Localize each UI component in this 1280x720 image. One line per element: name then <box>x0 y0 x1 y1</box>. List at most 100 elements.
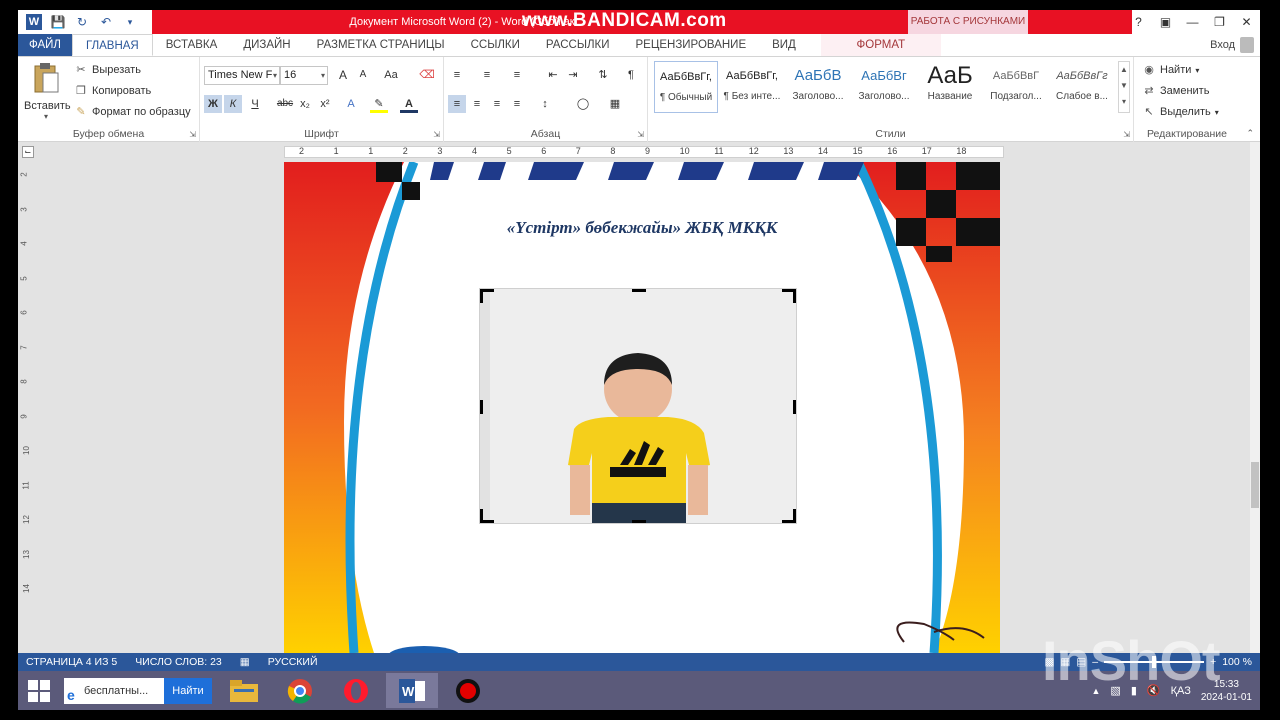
crop-handle-right[interactable] <box>793 400 796 414</box>
style-normal[interactable]: АаБбВвГг, ¶ Обычный <box>654 61 718 113</box>
justify-icon[interactable]: ≡ <box>508 95 526 113</box>
multilevel-list-icon[interactable]: ≡ <box>508 66 526 84</box>
font-launcher-icon[interactable]: ⇲ <box>433 130 440 139</box>
sign-in[interactable]: Вход <box>1210 37 1254 53</box>
highlight-icon[interactable]: ✎ <box>370 95 388 113</box>
align-center-icon[interactable]: ≡ <box>468 95 486 113</box>
numbering-icon[interactable]: ≡ <box>478 66 496 84</box>
tab-references[interactable]: ССЫЛКИ <box>458 34 533 56</box>
tab-home[interactable]: ГЛАВНАЯ <box>71 34 153 56</box>
line-spacing-icon[interactable]: ↕ <box>536 95 554 113</box>
word-taskbar-icon[interactable]: W <box>386 673 438 708</box>
crop-handle-bottom[interactable] <box>632 520 646 523</box>
tab-mailings[interactable]: РАССЫЛКИ <box>533 34 623 56</box>
shading-icon[interactable]: ◯ <box>574 95 592 113</box>
superscript-button[interactable]: x² <box>316 95 334 113</box>
page-count[interactable]: СТРАНИЦА 4 ИЗ 5 <box>26 656 117 668</box>
ribbon-display-icon[interactable]: ▣ <box>1152 15 1179 29</box>
title-bar: W 💾 ↻ ↶ ▾ Документ Microsoft Word (2) - … <box>18 10 1260 34</box>
style-no-spacing[interactable]: АаБбВвГг, ¶ Без инте... <box>720 61 784 113</box>
show-marks-icon[interactable]: ¶ <box>622 66 640 84</box>
maximize-icon[interactable]: ❐ <box>1206 15 1233 29</box>
crop-handle-top[interactable] <box>632 289 646 292</box>
select-button[interactable]: ↖ Выделить ▾ <box>1142 105 1218 119</box>
minimize-icon[interactable]: — <box>1179 15 1206 29</box>
align-left-icon[interactable]: ≡ <box>448 95 466 113</box>
tab-format[interactable]: ФОРМАТ <box>820 34 941 56</box>
style-title[interactable]: АаБ Название <box>918 61 982 113</box>
save-icon[interactable]: 💾 <box>50 15 66 29</box>
tab-design[interactable]: ДИЗАЙН <box>230 34 303 56</box>
font-size-combo[interactable]: 16 ▾ <box>280 66 328 85</box>
bold-button[interactable]: Ж <box>204 95 222 113</box>
italic-button[interactable]: К <box>224 95 242 113</box>
style-subtle-emphasis[interactable]: АаБбВвГг Слабое в... <box>1050 61 1114 113</box>
copy-button[interactable]: ❐ Копировать <box>74 84 151 98</box>
grow-font-button[interactable]: A <box>334 66 352 84</box>
scrollbar-thumb[interactable] <box>1251 462 1259 508</box>
windows-start-icon[interactable] <box>28 680 50 702</box>
horizontal-ruler[interactable]: 2 1 1 2 3 4 5 6 7 8 9 10 11 12 13 14 15 16 17 18 <box>284 146 1004 158</box>
tab-review[interactable]: РЕЦЕНЗИРОВАНИЕ <box>623 34 760 56</box>
redo-icon[interactable]: ↻ <box>74 15 90 29</box>
zoom-level[interactable]: 100 % <box>1222 656 1252 668</box>
borders-icon[interactable]: ▦ <box>606 95 624 113</box>
shrink-font-button[interactable]: A <box>354 66 372 84</box>
taskbar-search-input[interactable]: e бесплатны... <box>64 678 164 704</box>
styles-launcher-icon[interactable]: ⇲ <box>1123 130 1130 139</box>
document-page[interactable]: «Үстірт» бөбекжайы» ЖБҚ МКҚК <box>284 162 1000 653</box>
tab-file[interactable]: ФАЙЛ <box>18 34 72 56</box>
crop-handle-top-right[interactable] <box>782 289 796 303</box>
bullets-icon[interactable]: ≡ <box>448 66 466 84</box>
ruler-tick-label: 2 <box>19 172 29 177</box>
tab-insert[interactable]: ВСТАВКА <box>153 34 231 56</box>
font-name-combo[interactable]: Times New F ▾ <box>204 66 280 85</box>
cut-button[interactable]: ✂ Вырезать <box>74 63 141 77</box>
text-effects-icon[interactable]: A <box>342 95 360 113</box>
taskbar-search-button[interactable]: Найти <box>164 678 212 704</box>
subscript-button[interactable]: x₂ <box>296 95 314 113</box>
strikethrough-button[interactable]: abc <box>274 95 296 113</box>
change-case-button[interactable]: Aa <box>378 66 404 84</box>
crop-handle-bottom-left[interactable] <box>480 509 494 523</box>
align-right-icon[interactable]: ≡ <box>488 95 506 113</box>
undo-icon[interactable]: ↶ <box>98 15 114 29</box>
styles-scroll[interactable]: ▲ ▼ ▾ <box>1118 61 1130 113</box>
vertical-scrollbar[interactable] <box>1250 142 1260 653</box>
tab-selector-icon[interactable]: ⌙ <box>22 146 34 158</box>
style-subtitle[interactable]: АаБбВвГ Подзагол... <box>984 61 1048 113</box>
style-heading-2[interactable]: АаБбВг Заголово... <box>852 61 916 113</box>
language-indicator[interactable]: РУССКИЙ <box>268 656 318 668</box>
close-icon[interactable]: ✕ <box>1233 15 1260 29</box>
file-explorer-icon[interactable] <box>218 673 270 708</box>
paste-button[interactable]: Вставить ▾ <box>24 61 71 121</box>
tab-page-layout[interactable]: РАЗМЕТКА СТРАНИЦЫ <box>304 34 458 56</box>
crop-handle-left[interactable] <box>480 400 483 414</box>
selected-picture[interactable] <box>479 288 797 524</box>
crop-handle-top-left[interactable] <box>480 289 494 303</box>
crop-handle-bottom-right[interactable] <box>782 509 796 523</box>
decrease-indent-icon[interactable]: ⇤ <box>544 66 562 84</box>
increase-indent-icon[interactable]: ⇥ <box>564 66 582 84</box>
word-app-icon[interactable]: W <box>26 14 42 30</box>
customize-qat-icon[interactable]: ▾ <box>122 17 138 28</box>
bandicam-record-icon[interactable] <box>442 673 494 708</box>
proofing-icon[interactable]: ▦ <box>240 656 250 668</box>
collapse-ribbon-icon[interactable]: ⌃ <box>1246 128 1254 139</box>
word-count[interactable]: ЧИСЛО СЛОВ: 23 <box>135 656 222 668</box>
underline-button[interactable]: Ч <box>246 95 264 113</box>
font-color-icon[interactable]: A <box>400 95 418 113</box>
replace-button[interactable]: ⇄ Заменить <box>1142 84 1209 98</box>
find-button[interactable]: ◉ Найти ▾ <box>1142 63 1199 77</box>
vertical-ruler[interactable]: 2 3 4 5 6 7 8 9 10 11 12 13 14 <box>18 162 36 653</box>
help-icon[interactable]: ? <box>1125 15 1152 29</box>
format-painter-button[interactable]: ✎ Формат по образцу <box>74 105 190 119</box>
paragraph-launcher-icon[interactable]: ⇲ <box>637 130 644 139</box>
tab-view[interactable]: ВИД <box>759 34 809 56</box>
clipboard-launcher-icon[interactable]: ⇲ <box>189 130 196 139</box>
opera-icon[interactable] <box>330 673 382 708</box>
style-heading-1[interactable]: АаБбВ Заголово... <box>786 61 850 113</box>
chrome-icon[interactable] <box>274 673 326 708</box>
sort-icon[interactable]: ⇅ <box>594 66 612 84</box>
clear-formatting-icon[interactable]: ⌫ <box>418 66 436 84</box>
